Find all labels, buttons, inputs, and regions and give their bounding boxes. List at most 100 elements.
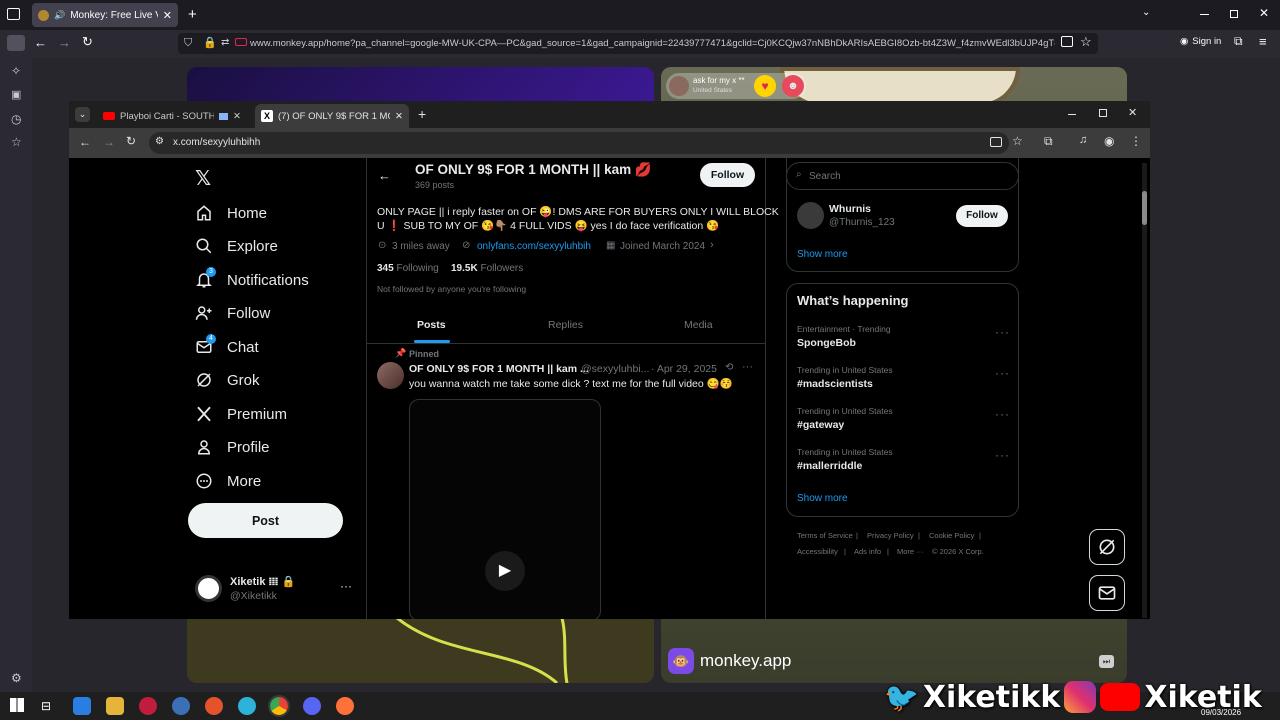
skip-icon[interactable]: ⏭ (1099, 655, 1114, 668)
followers-stat[interactable]: 19.5K Followers (451, 263, 523, 274)
nav-home[interactable]: Home (195, 204, 267, 222)
store-icon[interactable] (73, 697, 91, 715)
ai-sparkle-icon[interactable]: ✧ (11, 64, 21, 78)
trend-name[interactable]: #madscientists (797, 378, 873, 390)
x-logo-icon[interactable]: 𝕏 (195, 166, 211, 190)
bookmarks-icon[interactable]: ☆ (11, 135, 22, 149)
monkey-brand[interactable]: 🐵 monkey.app (668, 648, 791, 674)
profile-follow-button[interactable]: Follow (700, 163, 755, 187)
file-explorer-icon[interactable] (106, 697, 124, 715)
profile-link[interactable]: onlyfans.com/sexyyluhbih (477, 241, 591, 252)
chrome-icon[interactable] (268, 695, 290, 717)
post-more-icon[interactable]: ··· (742, 361, 753, 373)
settings-icon[interactable]: ⚙ (11, 671, 22, 685)
discord-icon[interactable] (303, 697, 321, 715)
gift-icon[interactable]: ☻ (782, 75, 804, 97)
camera-blocked-icon[interactable] (235, 38, 247, 46)
outer-tab-monkey[interactable]: 🔊 Monkey: Free Live Video Ch ✕ (32, 3, 178, 27)
footer-ads[interactable]: Ads info (854, 547, 881, 556)
site-info-icon[interactable]: ⚙ (155, 136, 164, 147)
close-icon[interactable]: ✕ (233, 111, 241, 122)
new-tab-icon[interactable]: + (418, 106, 426, 122)
scrollbar-thumb[interactable] (1142, 191, 1147, 225)
profile-icon[interactable]: ◉ (1104, 134, 1114, 148)
post-date[interactable]: · Apr 29, 2025 (651, 363, 717, 375)
chrome-omnibox[interactable] (149, 132, 1009, 154)
nav-profile[interactable]: Profile (195, 438, 270, 456)
speaker-icon[interactable]: 🔊 (54, 10, 65, 21)
ccleaner-icon[interactable] (172, 697, 190, 715)
media-control-icon[interactable]: ♫ (1079, 134, 1087, 146)
bookmark-star-icon[interactable]: ☆ (1012, 134, 1023, 148)
heart-icon[interactable]: ♥ (754, 75, 776, 97)
footer-accessibility[interactable]: Accessibility (797, 547, 838, 556)
who-to-follow-show-more[interactable]: Show more (797, 249, 848, 260)
tab-replies[interactable]: Replies (548, 319, 583, 331)
chrome-tab-x[interactable]: X (7) OF ONLY 9$ FOR 1 MONTH ✕ (255, 104, 409, 128)
suggested-follow-button[interactable]: Follow (956, 205, 1008, 227)
firefox-icon[interactable] (336, 697, 354, 715)
whats-happening-show-more[interactable]: Show more (797, 493, 848, 504)
windows-start-icon[interactable] (10, 698, 24, 712)
minimize-icon[interactable] (1068, 114, 1076, 115)
tab-media[interactable]: Media (684, 319, 713, 331)
following-stat[interactable]: 345 Following (377, 263, 439, 274)
back-arrow-icon[interactable]: ← (378, 168, 391, 183)
trend-more-icon[interactable]: ··· (995, 325, 1010, 339)
post-avatar[interactable] (377, 362, 404, 389)
reload-icon[interactable]: ↻ (82, 34, 93, 50)
post-video[interactable]: ▶ (409, 399, 601, 619)
forward-icon[interactable]: → (103, 135, 115, 149)
reload-icon[interactable]: ↻ (126, 134, 136, 148)
lock-icon[interactable]: 🔒 (203, 36, 217, 49)
close-icon[interactable]: ✕ (395, 111, 403, 122)
back-icon[interactable]: ← (34, 35, 47, 50)
close-window-icon[interactable]: ✕ (1259, 6, 1269, 20)
app-icon[interactable] (139, 697, 157, 715)
footer-privacy[interactable]: Privacy Policy (867, 531, 914, 540)
tab-search-icon[interactable]: ⌄ (75, 107, 90, 122)
trend-name[interactable]: #gateway (797, 419, 844, 431)
install-app-icon[interactable] (990, 137, 1002, 147)
edge-icon[interactable] (238, 697, 256, 715)
grok-float-button[interactable] (1089, 529, 1125, 565)
synced-tabs-icon[interactable]: ▣ (11, 88, 21, 101)
chrome-menu-icon[interactable]: ⋮ (1130, 134, 1142, 148)
chevron-down-icon[interactable]: ⌄ (1142, 7, 1150, 18)
suggested-name[interactable]: Whurnis (829, 203, 871, 215)
new-tab-icon[interactable]: + (188, 6, 197, 23)
trend-name[interactable]: #mallerriddle (797, 460, 862, 472)
bookmark-star-icon[interactable]: ☆ (1080, 34, 1092, 50)
post-handle[interactable]: @sexyyluhbi... (581, 363, 649, 375)
sign-in-button[interactable]: ◉ Sign in (1180, 36, 1221, 47)
close-icon[interactable]: ✕ (163, 9, 172, 22)
chrome-tab-youtube[interactable]: Playboi Carti - SOUTH ATLA ✕ (97, 104, 247, 128)
nav-grok[interactable]: Grok (195, 371, 260, 389)
chevron-right-icon[interactable]: › (710, 239, 714, 251)
trend-more-icon[interactable]: ··· (995, 366, 1010, 380)
footer-cookie[interactable]: Cookie Policy (929, 531, 974, 540)
post-button[interactable]: Post (188, 503, 343, 538)
suggested-handle[interactable]: @Thurnis_123 (829, 217, 895, 228)
nav-follow[interactable]: Follow (195, 304, 270, 322)
nav-chat[interactable]: 4 Chat (195, 334, 259, 356)
restore-icon[interactable] (1230, 10, 1238, 18)
account-switcher[interactable]: Xiketik 𝍖 🔒 @Xiketikk ··· (195, 573, 355, 603)
tab-posts[interactable]: Posts (417, 319, 446, 331)
trend-more-icon[interactable]: ··· (995, 448, 1010, 462)
forward-icon[interactable]: → (58, 35, 71, 50)
extensions-icon[interactable]: ⧉ (1044, 134, 1053, 149)
close-window-icon[interactable]: ✕ (1128, 106, 1137, 119)
messages-float-button[interactable] (1089, 575, 1125, 611)
page-scrollbar[interactable] (1142, 163, 1147, 618)
reader-view-icon[interactable] (1061, 36, 1073, 47)
footer-terms[interactable]: Terms of Service (797, 531, 853, 540)
trend-more-icon[interactable]: ··· (995, 407, 1010, 421)
history-icon[interactable]: ◷ (11, 112, 21, 126)
nav-notifications[interactable]: 3 Notifications (195, 267, 309, 289)
chrome-url-text[interactable]: x.com/sexyyluhbihh (173, 137, 260, 148)
nav-premium[interactable]: Premium (195, 405, 287, 423)
back-icon[interactable]: ← (79, 135, 91, 149)
play-icon[interactable]: ▶ (485, 551, 525, 591)
footer-more[interactable]: More ··· (897, 547, 924, 556)
